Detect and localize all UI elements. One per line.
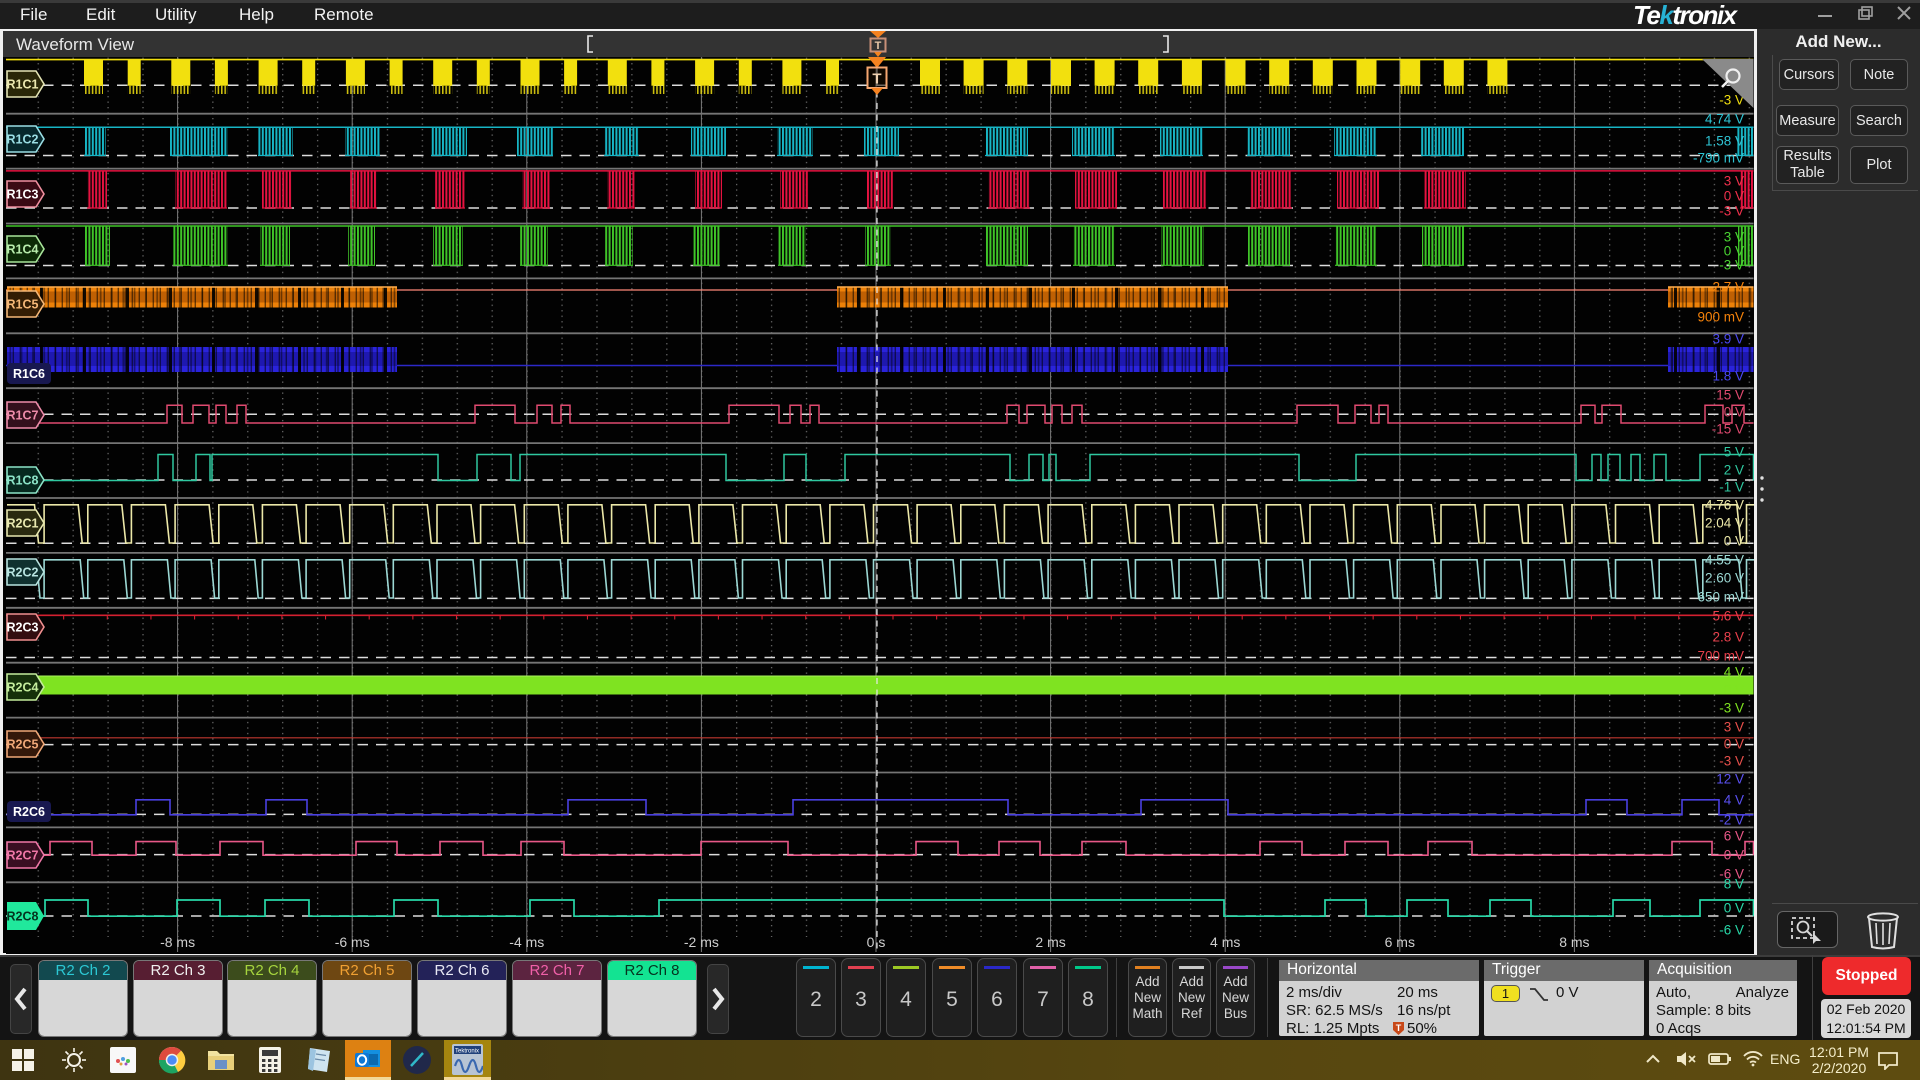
svg-text:R1C8: R1C8 [7, 474, 39, 488]
svg-text:15 V: 15 V [1716, 388, 1744, 403]
svg-text:3.9 V: 3.9 V [1712, 332, 1744, 347]
svg-text:-1 V: -1 V [1719, 480, 1744, 495]
svg-text:12 V: 12 V [1716, 772, 1744, 787]
svg-text:0 V: 0 V [1724, 901, 1744, 916]
svg-text:-6 V: -6 V [1719, 923, 1744, 938]
svg-text:650 mV: 650 mV [1697, 590, 1744, 605]
svg-text:3 V: 3 V [1724, 174, 1744, 189]
svg-text:-2 V: -2 V [1719, 813, 1744, 828]
svg-text:-6 ms: -6 ms [335, 934, 370, 950]
svg-text:700 mV: 700 mV [1697, 649, 1744, 664]
svg-text:6 V: 6 V [1724, 829, 1744, 844]
svg-text:-4 ms: -4 ms [509, 934, 544, 950]
svg-text:-3 V: -3 V [1719, 701, 1744, 716]
svg-text:T: T [1396, 1023, 1402, 1033]
svg-text:4.55 V: 4.55 V [1705, 553, 1744, 568]
svg-text:4 V: 4 V [1724, 665, 1744, 680]
svg-text:-2 ms: -2 ms [684, 934, 719, 950]
svg-text:R1C7: R1C7 [7, 409, 39, 423]
svg-text:R1C4: R1C4 [7, 243, 39, 257]
svg-text:1.8 V: 1.8 V [1712, 369, 1744, 384]
svg-text:T: T [872, 71, 881, 88]
svg-text:R2C1: R2C1 [7, 517, 39, 531]
svg-text:2.8 V: 2.8 V [1712, 630, 1744, 645]
svg-text:3 V: 3 V [1724, 230, 1744, 245]
svg-text:R2C5: R2C5 [7, 738, 39, 752]
svg-text:-3 V: -3 V [1719, 204, 1744, 219]
svg-text:R2C6: R2C6 [13, 805, 45, 819]
svg-text:R1C5: R1C5 [7, 298, 39, 312]
svg-text:-3 V: -3 V [1719, 258, 1744, 273]
svg-text:4 V: 4 V [1724, 793, 1744, 808]
svg-text:2.7 V: 2.7 V [1712, 280, 1744, 295]
svg-text:R2C2: R2C2 [7, 566, 39, 580]
svg-text:R2C3: R2C3 [7, 621, 39, 635]
svg-text:0 V: 0 V [1724, 737, 1744, 752]
svg-text:3 V: 3 V [1724, 720, 1744, 735]
svg-text:900 mV: 900 mV [1697, 310, 1744, 325]
svg-text:5 V: 5 V [1724, 445, 1744, 460]
svg-text:R2C8: R2C8 [7, 910, 39, 924]
svg-text:0 V: 0 V [1724, 683, 1744, 698]
svg-text:0 V: 0 V [1724, 189, 1744, 204]
svg-text:0 s: 0 s [867, 934, 886, 950]
svg-text:R2C4: R2C4 [7, 681, 39, 695]
svg-text:5.6 V: 5.6 V [1712, 609, 1744, 624]
svg-text:R1C2: R1C2 [7, 133, 39, 147]
svg-text:-790 mV: -790 mV [1693, 151, 1744, 166]
svg-text:0 V: 0 V [1724, 244, 1744, 259]
svg-text:0 V: 0 V [1724, 405, 1744, 420]
svg-text:-15 V: -15 V [1712, 422, 1744, 437]
svg-text:T: T [875, 40, 882, 52]
svg-text:4.74 V: 4.74 V [1705, 112, 1744, 127]
svg-text:R1C3: R1C3 [7, 188, 39, 202]
svg-text:8 ms: 8 ms [1559, 934, 1589, 950]
svg-text:R2C7: R2C7 [7, 849, 39, 863]
svg-text:-3 V: -3 V [1719, 754, 1744, 769]
svg-text:1.58 V: 1.58 V [1705, 134, 1744, 149]
svg-text:2.04 V: 2.04 V [1705, 516, 1744, 531]
svg-text:-8 ms: -8 ms [160, 934, 195, 950]
svg-text:Tektronix: Tektronix [455, 1049, 479, 1055]
svg-text:2.60 V: 2.60 V [1705, 571, 1744, 586]
svg-text:4.76 V: 4.76 V [1705, 498, 1744, 513]
svg-text:0 V: 0 V [1724, 848, 1744, 863]
svg-text:0 V: 0 V [1724, 534, 1744, 549]
svg-text:6 ms: 6 ms [1385, 934, 1415, 950]
svg-text:4 ms: 4 ms [1210, 934, 1240, 950]
svg-text:R1C6: R1C6 [13, 367, 45, 381]
svg-text:2 V: 2 V [1724, 463, 1744, 478]
svg-text:R1C1: R1C1 [7, 78, 39, 92]
svg-text:2 ms: 2 ms [1035, 934, 1065, 950]
svg-text:8 V: 8 V [1724, 877, 1744, 892]
